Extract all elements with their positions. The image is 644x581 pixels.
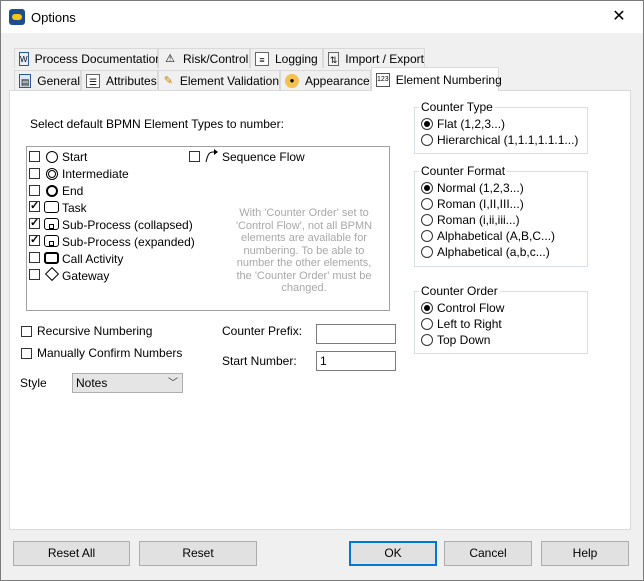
tab-appearance[interactable]: ● Appearance (280, 70, 371, 90)
warning-icon: ⚠ (165, 52, 175, 65)
call-activity-icon (44, 252, 59, 264)
start-checkbox[interactable] (29, 151, 40, 162)
tab-attributes[interactable]: ☰ Attributes (81, 70, 158, 90)
manually-confirm-checkbox[interactable] (21, 348, 32, 359)
numbering-icon: 123 (376, 72, 390, 87)
start-number-input[interactable]: 1 (316, 351, 396, 371)
tab-label: Risk/Control (183, 51, 249, 66)
counter-type-hierarchical-label: Hierarchical (1,1.1,1.1.1...) (437, 133, 579, 147)
tab-label: Attributes (106, 73, 157, 88)
counter-type-flat-label: Flat (1,2,3...) (437, 117, 506, 131)
order-top-down-label: Top Down (437, 333, 491, 347)
general-icon: ▤ (19, 73, 32, 88)
order-left-to-right-radio[interactable] (421, 318, 433, 330)
intermediate-inner-ring (48, 170, 56, 178)
window-title: Options (31, 10, 76, 25)
gateway-label: Gateway (62, 269, 110, 283)
reset-button[interactable]: Reset (139, 541, 257, 566)
tab-label: Process Documentation (34, 51, 162, 66)
counter-type-flat-radio[interactable] (421, 118, 433, 130)
subprocess-expanded-label: Sub-Process (expanded) (62, 235, 195, 249)
validation-icon: ✎ (163, 74, 174, 87)
call-activity-checkbox[interactable] (29, 252, 40, 263)
format-alpha-upper-label: Alphabetical (A,B,C...) (437, 229, 556, 243)
title-bar: Options ✕ (1, 1, 643, 33)
task-icon (44, 201, 59, 213)
help-button[interactable]: Help (541, 541, 629, 566)
order-left-to-right-label: Left to Right (437, 317, 502, 331)
start-label: Start (62, 150, 88, 164)
tab-element-validation[interactable]: ✎ Element Validation (158, 70, 280, 90)
style-value: Notes (76, 376, 108, 390)
start-number-label: Start Number: (222, 354, 297, 368)
tab-general[interactable]: ▤ General (14, 70, 81, 90)
tab-label: Element Validation (179, 73, 279, 88)
end-event-icon (46, 185, 58, 197)
order-control-flow-label: Control Flow (437, 301, 505, 315)
format-normal-radio[interactable] (421, 182, 433, 194)
tab-element-numbering[interactable]: 123 Element Numbering (371, 67, 502, 91)
format-roman-lower-label: Roman (i,ii,iii...) (437, 213, 520, 227)
format-roman-upper-radio[interactable] (421, 198, 433, 210)
ok-button[interactable]: OK (349, 541, 437, 566)
tab-risk-control[interactable]: ⚠ Risk/Control (158, 48, 250, 68)
tab-label: Import / Export (345, 51, 424, 66)
tab-import-export[interactable]: ⇅ Import / Export (323, 48, 425, 68)
palette-icon: ● (285, 73, 299, 88)
sequence-flow-label: Sequence Flow (222, 150, 305, 164)
tab-label: Logging (275, 51, 318, 66)
intermediate-checkbox[interactable] (29, 168, 40, 179)
subprocess-expanded-checkbox[interactable] (29, 233, 40, 246)
subprocess-marker-icon (49, 241, 54, 246)
start-event-icon (46, 151, 58, 163)
tab-process-documentation[interactable]: W Process Documentation (14, 48, 162, 68)
format-roman-lower-radio[interactable] (421, 214, 433, 226)
format-alpha-lower-radio[interactable] (421, 246, 433, 258)
task-checkbox[interactable] (29, 199, 40, 212)
counter-type-hierarchical-radio[interactable] (421, 134, 433, 146)
counter-format-legend: Counter Format (419, 164, 508, 178)
tab-label: Appearance (305, 73, 370, 88)
task-label: Task (62, 201, 87, 215)
counter-order-legend: Counter Order (419, 284, 500, 298)
import-export-icon: ⇅ (328, 51, 340, 66)
counter-prefix-label: Counter Prefix: (222, 324, 303, 338)
chevron-down-icon: ﹀ (168, 378, 178, 389)
manually-confirm-label: Manually Confirm Numbers (37, 346, 183, 360)
order-control-flow-radio[interactable] (421, 302, 433, 314)
style-label: Style (20, 376, 47, 390)
call-activity-label: Call Activity (62, 252, 124, 266)
element-types-heading: Select default BPMN Element Types to num… (30, 117, 284, 131)
subprocess-collapsed-checkbox[interactable] (29, 216, 40, 229)
counter-type-legend: Counter Type (419, 100, 495, 114)
format-alpha-upper-radio[interactable] (421, 230, 433, 242)
log-icon: ≡ (255, 51, 269, 66)
tab-label: Element Numbering (395, 72, 502, 87)
style-select[interactable]: Notes ﹀ (72, 373, 183, 393)
cancel-button[interactable]: Cancel (444, 541, 532, 566)
order-top-down-radio[interactable] (421, 334, 433, 346)
close-icon[interactable]: ✕ (599, 3, 639, 31)
recursive-numbering-checkbox[interactable] (21, 326, 32, 337)
end-checkbox[interactable] (29, 185, 40, 196)
counter-order-hint: With 'Counter Order' set to 'Control Flo… (235, 207, 373, 294)
subprocess-collapsed-label: Sub-Process (collapsed) (62, 218, 193, 232)
attributes-icon: ☰ (86, 73, 100, 88)
sequence-flow-checkbox[interactable] (189, 151, 200, 162)
format-normal-label: Normal (1,2,3...) (437, 181, 524, 195)
document-icon: W (19, 51, 29, 66)
sequence-flow-icon (205, 149, 218, 163)
recursive-numbering-label: Recursive Numbering (37, 324, 153, 338)
format-roman-upper-label: Roman (I,II,III...) (437, 197, 524, 211)
end-label: End (62, 184, 84, 198)
subprocess-marker-icon (49, 224, 54, 229)
tab-logging[interactable]: ≡ Logging (250, 48, 323, 68)
gateway-checkbox[interactable] (29, 269, 40, 280)
format-alpha-lower-label: Alphabetical (a,b,c...) (437, 245, 550, 259)
reset-all-button[interactable]: Reset All (13, 541, 130, 566)
counter-prefix-input[interactable] (316, 324, 396, 344)
tab-label: General (37, 73, 80, 88)
app-icon (9, 9, 25, 25)
intermediate-label: Intermediate (62, 167, 129, 181)
